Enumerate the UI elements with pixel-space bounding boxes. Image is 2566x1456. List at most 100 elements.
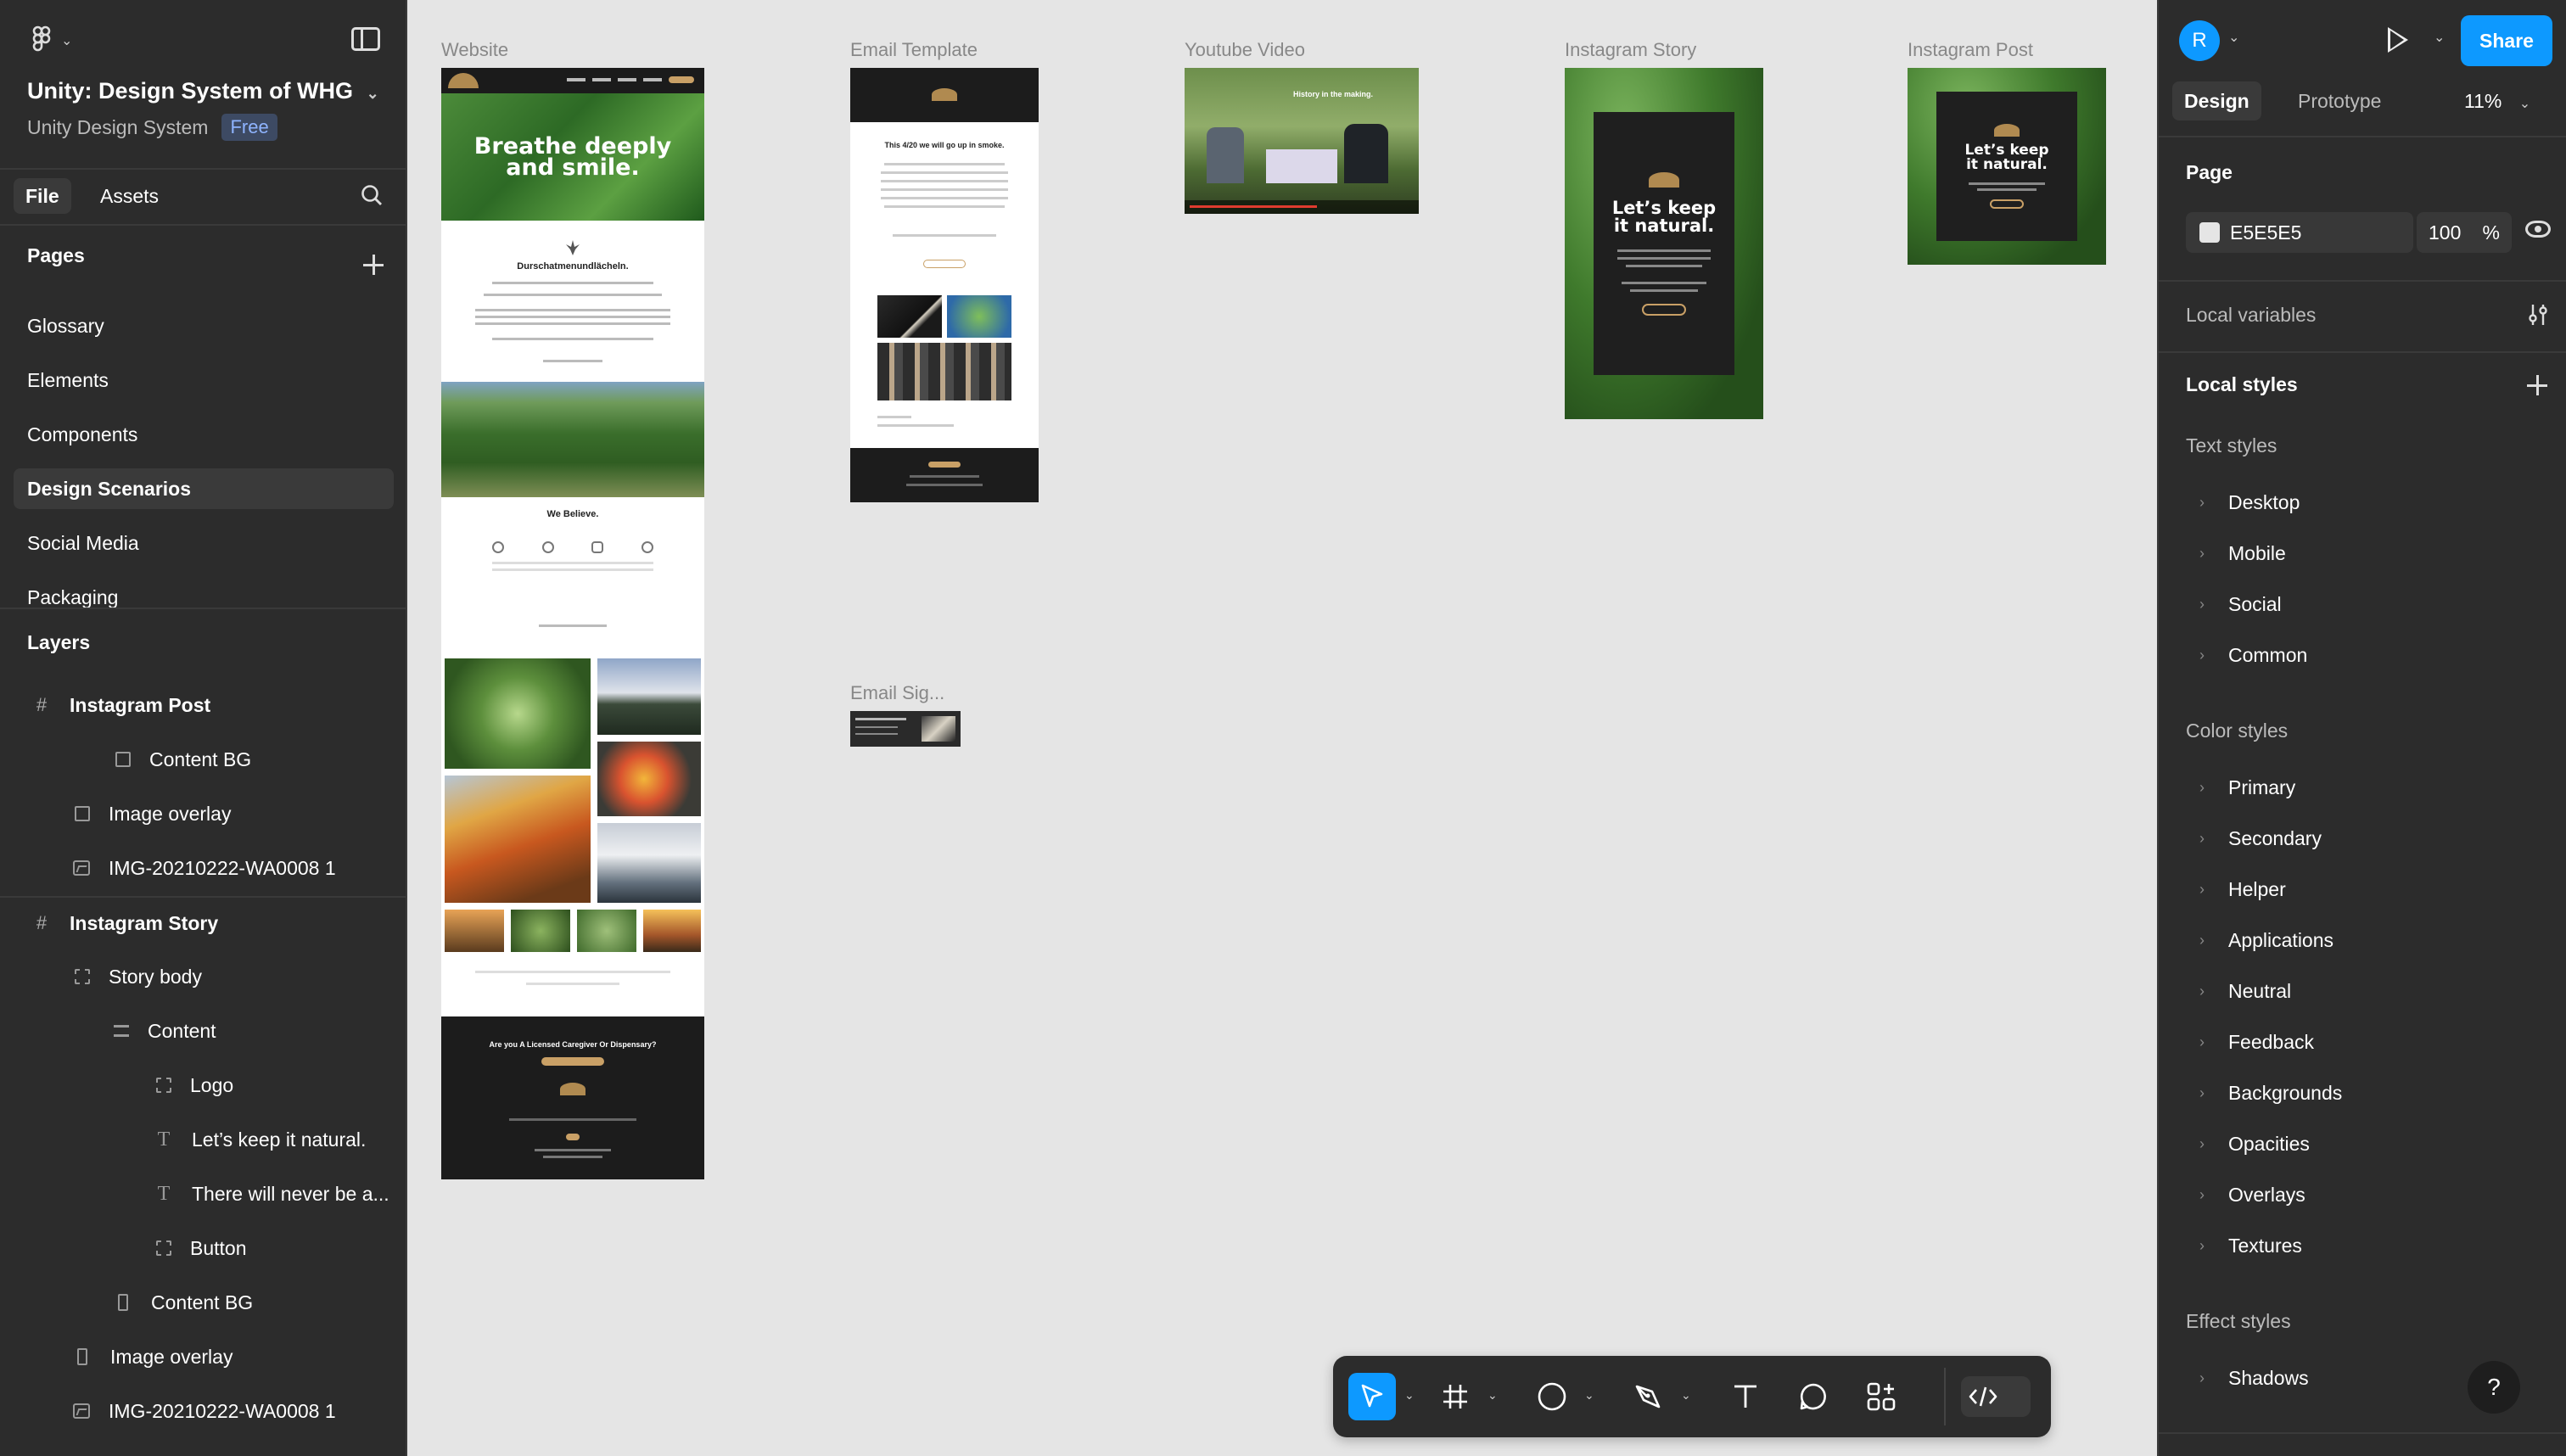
frame-label-website[interactable]: Website xyxy=(441,39,508,61)
share-button[interactable]: Share xyxy=(2461,15,2552,66)
layer-row[interactable]: Content xyxy=(0,1005,407,1057)
comment-tool-icon[interactable] xyxy=(1790,1373,1837,1420)
chevron-right-icon[interactable]: › xyxy=(2199,1018,2205,1066)
frame-label-instagram-post[interactable]: Instagram Post xyxy=(1908,39,2033,61)
chevron-down-icon[interactable]: ⌄ xyxy=(1584,1388,1594,1403)
style-group-backgrounds[interactable]: › Backgrounds xyxy=(2159,1069,2566,1117)
chevron-right-icon[interactable]: › xyxy=(2199,764,2205,811)
style-group-helper[interactable]: › Helper xyxy=(2159,865,2566,913)
text-tool-icon[interactable] xyxy=(1722,1373,1769,1420)
sidebar-toggle-icon[interactable] xyxy=(351,27,380,51)
youtube-video-frame[interactable]: History in the making. xyxy=(1185,68,1419,214)
canvas[interactable]: Website Breathe deeply and smile. Dursch… xyxy=(409,0,2157,1456)
chevron-right-icon[interactable]: › xyxy=(2199,1120,2205,1168)
chevron-down-icon[interactable]: ⌄ xyxy=(2434,29,2445,46)
ellipse-tool-icon[interactable] xyxy=(1528,1373,1576,1420)
local-variables-heading[interactable]: Local variables xyxy=(2186,304,2316,327)
chevron-right-icon[interactable]: › xyxy=(2199,631,2205,679)
add-page-icon[interactable] xyxy=(361,253,385,277)
style-group-secondary[interactable]: › Secondary xyxy=(2159,815,2566,862)
instagram-story-frame[interactable]: Let’s keep it natural. xyxy=(1565,68,1763,419)
tab-assets[interactable]: Assets xyxy=(88,178,171,214)
chevron-right-icon[interactable]: › xyxy=(2199,1069,2205,1117)
page-item-glossary[interactable]: Glossary xyxy=(14,305,394,346)
style-group-neutral[interactable]: › Neutral xyxy=(2159,967,2566,1015)
frame-label-email-template[interactable]: Email Template xyxy=(850,39,978,61)
tab-prototype[interactable]: Prototype xyxy=(2286,81,2393,120)
variables-sliders-icon[interactable] xyxy=(2525,302,2551,328)
page-item-design-scenarios[interactable]: Design Scenarios xyxy=(14,468,394,509)
layer-row[interactable]: Content BG xyxy=(0,1276,407,1329)
dev-mode-toggle[interactable] xyxy=(1961,1376,2031,1417)
chevron-right-icon[interactable]: › xyxy=(2199,1222,2205,1269)
layer-row[interactable]: Story body xyxy=(0,950,407,1003)
chevron-right-icon[interactable]: › xyxy=(2199,815,2205,862)
style-group-mobile[interactable]: › Mobile xyxy=(2159,529,2566,577)
layer-row[interactable]: Logo xyxy=(0,1059,407,1112)
style-group-applications[interactable]: › Applications xyxy=(2159,916,2566,964)
visibility-eye-icon[interactable] xyxy=(2525,221,2551,238)
help-button[interactable]: ? xyxy=(2468,1361,2520,1414)
search-icon[interactable] xyxy=(360,183,384,207)
chevron-right-icon[interactable]: › xyxy=(2199,580,2205,628)
page-item-components[interactable]: Components xyxy=(14,414,394,455)
frame-label-email-signature[interactable]: Email Sig... xyxy=(850,682,944,704)
style-group-feedback[interactable]: › Feedback xyxy=(2159,1018,2566,1066)
style-group-overlays[interactable]: › Overlays xyxy=(2159,1171,2566,1218)
chevron-down-icon[interactable]: ⌄ xyxy=(1404,1388,1415,1403)
layer-row[interactable]: T Let’s keep it natural. xyxy=(0,1113,407,1166)
instagram-post-frame[interactable]: Let’s keep it natural. xyxy=(1908,68,2106,265)
page-item-elements[interactable]: Elements xyxy=(14,360,394,400)
zoom-level[interactable]: 11% ⌄ xyxy=(2464,90,2530,113)
chevron-right-icon[interactable]: › xyxy=(2199,967,2205,1015)
pen-tool-icon[interactable] xyxy=(1625,1373,1672,1420)
chevron-right-icon[interactable]: › xyxy=(2199,1171,2205,1218)
chevron-right-icon[interactable]: › xyxy=(2199,865,2205,913)
chevron-right-icon[interactable]: › xyxy=(2199,916,2205,964)
layer-row[interactable]: Content BG xyxy=(0,733,407,786)
page-item-packaging[interactable]: Packaging xyxy=(14,577,394,608)
chevron-down-icon[interactable]: ⌄ xyxy=(1681,1388,1691,1403)
figma-menu-icon[interactable] xyxy=(27,25,56,54)
present-play-icon[interactable] xyxy=(2388,27,2408,53)
chevron-right-icon[interactable]: › xyxy=(2199,529,2205,577)
page-color-field[interactable]: E5E5E5 xyxy=(2186,212,2413,253)
chevron-down-icon[interactable]: ⌄ xyxy=(1487,1388,1498,1403)
style-group-textures[interactable]: › Textures xyxy=(2159,1222,2566,1269)
style-group-opacities[interactable]: › Opacities xyxy=(2159,1120,2566,1168)
layer-row[interactable]: IMG-20210222-WA0008 1 xyxy=(0,1385,407,1437)
chevron-down-icon[interactable]: ⌄ xyxy=(2228,29,2239,46)
layer-row[interactable]: IMG-20210222-WA0008 1 xyxy=(0,842,407,894)
chevron-right-icon[interactable]: › xyxy=(2199,1354,2205,1402)
avatar[interactable]: R xyxy=(2179,20,2220,61)
frame-label-instagram-story[interactable]: Instagram Story xyxy=(1565,39,1696,61)
style-group-primary[interactable]: › Primary xyxy=(2159,764,2566,811)
website-frame[interactable]: Breathe deeply and smile. Durschatmenund… xyxy=(441,68,704,1179)
frame-tool-icon[interactable] xyxy=(1431,1373,1479,1420)
style-group-common[interactable]: › Common xyxy=(2159,631,2566,679)
layer-row[interactable]: # Instagram Post xyxy=(0,679,407,731)
layer-row[interactable]: Image overlay xyxy=(0,787,407,840)
chevron-down-icon[interactable]: ⌄ xyxy=(2519,97,2530,111)
chevron-down-icon[interactable]: ⌄ xyxy=(61,32,72,49)
chevron-down-icon[interactable]: ⌄ xyxy=(367,85,379,102)
email-template-frame[interactable]: This 4/20 we will go up in smoke. xyxy=(850,68,1039,502)
layer-row[interactable]: Button xyxy=(0,1222,407,1274)
layer-row[interactable]: T There will never be a... xyxy=(0,1168,407,1220)
style-group-social[interactable]: › Social xyxy=(2159,580,2566,628)
actions-tool-icon[interactable] xyxy=(1857,1373,1905,1420)
layer-row[interactable]: # Instagram Story xyxy=(0,896,407,949)
page-item-social-media[interactable]: Social Media xyxy=(14,523,394,563)
color-swatch[interactable] xyxy=(2199,222,2220,243)
tab-file[interactable]: File xyxy=(14,178,71,214)
file-title[interactable]: Unity: Design System of WHG ⌄ xyxy=(27,78,379,104)
layer-row[interactable]: Image overlay xyxy=(0,1330,407,1383)
email-signature-frame[interactable] xyxy=(850,711,961,747)
frame-label-youtube-video[interactable]: Youtube Video xyxy=(1185,39,1305,61)
page-opacity-field[interactable]: 100 % xyxy=(2417,212,2512,253)
add-style-icon[interactable] xyxy=(2525,373,2549,397)
move-tool-icon[interactable] xyxy=(1348,1373,1396,1420)
tab-design[interactable]: Design xyxy=(2172,81,2261,120)
chevron-right-icon[interactable]: › xyxy=(2199,479,2205,526)
style-group-desktop[interactable]: › Desktop xyxy=(2159,479,2566,526)
